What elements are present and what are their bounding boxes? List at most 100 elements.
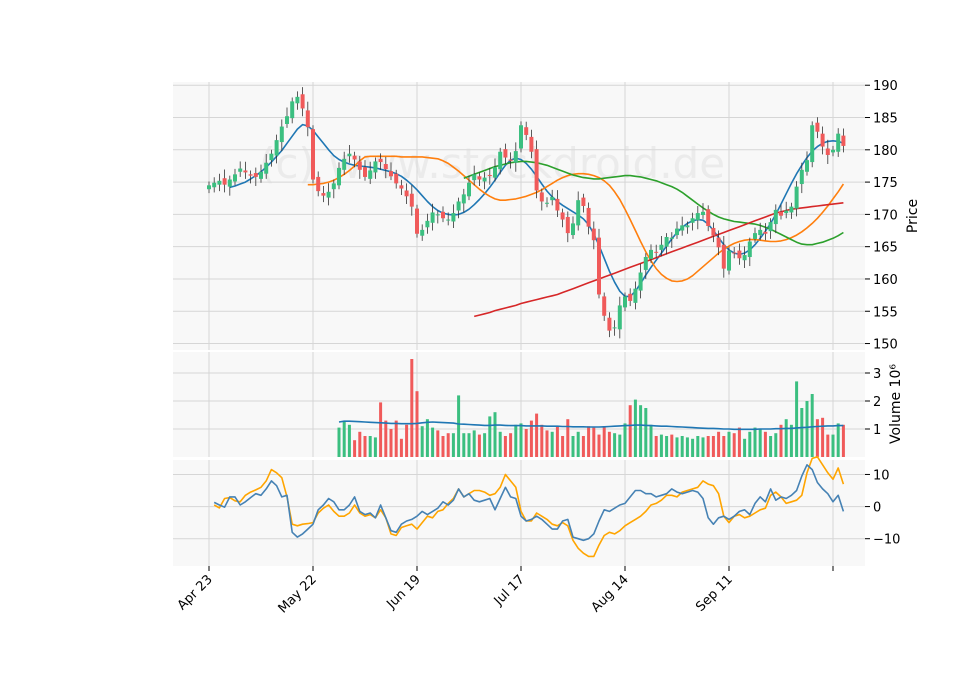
volume-bar [701,437,705,457]
volume-bar [675,437,679,457]
volume-bar [498,431,502,457]
volume-bar [841,424,845,457]
candle-body [779,211,783,216]
candle-body [493,167,497,178]
candle-body [368,170,373,179]
volume-bar [706,436,710,457]
volume-bar [420,426,424,457]
oscillator-panel-background [173,460,865,566]
volume-bar [493,412,497,457]
volume-bar [815,419,819,457]
x-tick-label: Apr 23 [175,572,216,613]
volume-bar [358,431,362,457]
volume-bar [347,424,351,457]
candle-body [742,255,747,261]
volume-bar [472,430,476,457]
candle-body [628,293,633,301]
candle-body [487,174,492,176]
candle-body [607,317,612,331]
candle-body [420,229,425,236]
x-tick-label: Aug 14 [589,572,632,615]
volume-bar [789,424,793,457]
candle-body [363,167,367,177]
candle-body [274,140,279,156]
candle-body [820,133,825,147]
volume-bar [477,434,481,457]
volume-bar [462,433,466,457]
volume-bar [748,431,752,457]
volume-bar [628,405,632,457]
x-tick-label: Jun 19 [384,572,424,612]
volume-bar [821,417,825,457]
volume-bar [670,434,674,457]
volume-bar [737,427,741,457]
candle-body [409,193,414,207]
volume-bar [581,436,585,457]
volume-bar [779,424,783,457]
y-tick-label: 150 [873,338,898,353]
candle-body [508,159,513,161]
candle-body [768,222,773,232]
candle-body [727,250,731,271]
volume-bar [654,436,658,457]
y-tick-label: 175 [873,176,898,191]
volume-bar [535,413,539,457]
volume-bar [805,401,809,457]
candle-body [253,173,258,177]
volume-bar [592,427,596,457]
candle-body [342,158,347,170]
volume-bar [623,423,627,457]
candle-body [695,213,700,221]
candle-body [305,110,310,128]
y-tick-label: 190 [873,79,898,94]
candle-body [581,197,586,206]
candle-body [794,186,799,209]
candle-body [316,176,321,192]
candle-body [763,231,768,234]
candle-body [404,190,409,197]
candle-body [560,212,565,220]
candle-body [784,210,789,214]
volume-bar [545,430,549,457]
candle-body [217,180,222,185]
candle-body [378,158,383,163]
candle-body [477,176,482,180]
x-tick-label: Jul 17 [491,572,528,609]
y-tick-label: 10 [873,468,890,483]
candle-body [612,327,617,329]
volume-bar [826,434,830,457]
candle-body [591,228,596,241]
volume-bar [831,434,835,457]
candle-body [435,214,440,216]
volume-bar [550,431,554,457]
volume-bar [451,433,455,457]
candle-body [649,249,653,259]
volume-bar [758,429,762,457]
volume-bar [659,434,663,457]
volume-bar [836,423,840,457]
candle-body [415,208,419,234]
volume-bar [602,426,606,457]
volume-bar [743,438,747,457]
candle-body [758,229,763,236]
volume-bar [488,416,492,457]
price-panel-background [173,82,865,350]
candle-body [841,135,846,146]
candle-body [633,288,638,303]
candle-body [472,174,477,181]
candle-body [347,153,352,157]
candle-body [586,207,591,227]
y-tick-label: 155 [873,305,898,320]
volume-bar [732,433,736,457]
y-tick-label: 1 [873,423,881,438]
candle-body [545,202,549,204]
candle-body [638,272,643,291]
volume-bar [384,420,388,457]
candle-body [331,183,336,190]
candle-body [669,237,674,239]
candle-body [430,212,435,223]
candle-body [602,296,607,316]
volume-bar [566,419,570,457]
volume-bar [587,426,591,457]
volume-bar [597,434,601,457]
